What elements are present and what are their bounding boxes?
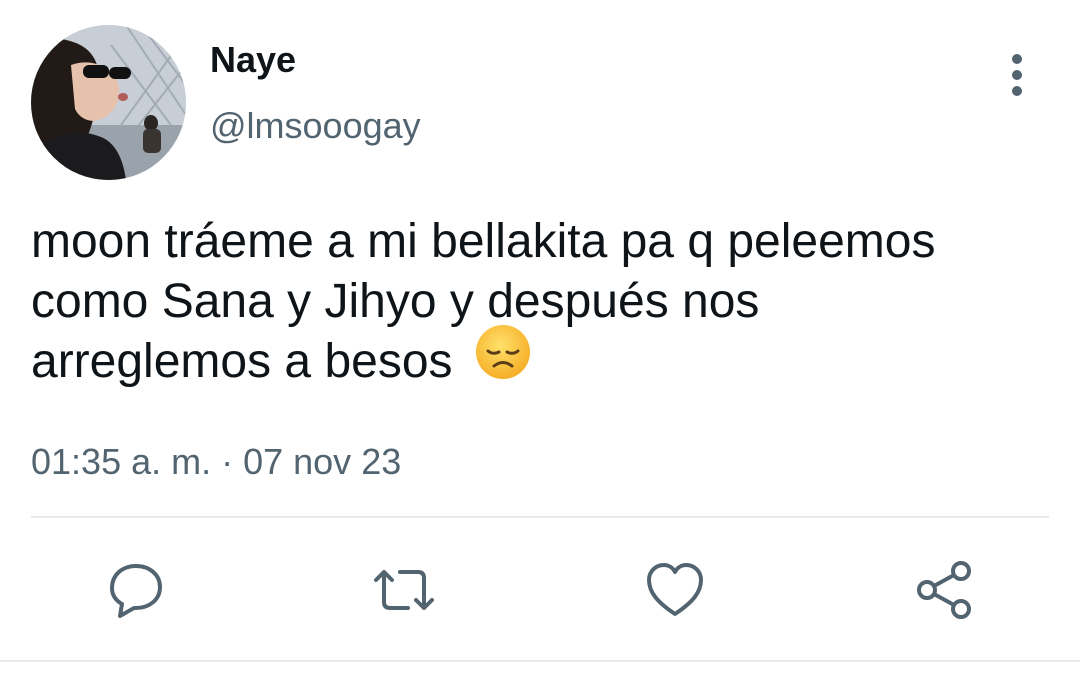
tweet-text: moon tráeme a mi bellakita pa q peleemos…	[31, 212, 1061, 395]
more-vertical-icon	[1012, 54, 1022, 96]
user-handle[interactable]: @lmsooogay	[210, 104, 421, 148]
like-button[interactable]	[643, 558, 707, 622]
tweet-text-line: arreglemos a besos	[31, 324, 1061, 395]
tweet-timestamp[interactable]: 01:35 a. m. · 07 nov 23	[31, 440, 401, 484]
disappointed-face-emoji	[475, 324, 531, 395]
display-name[interactable]: Naye	[210, 38, 296, 82]
share-button[interactable]	[913, 558, 977, 622]
divider	[31, 516, 1049, 518]
reply-icon	[110, 564, 162, 618]
retweet-button[interactable]	[372, 558, 436, 622]
tweet-text-line-content: arreglemos a besos	[31, 335, 453, 388]
tweet-text-line: moon tráeme a mi bellakita pa q peleemos	[31, 215, 936, 268]
more-options-button[interactable]	[995, 52, 1039, 98]
avatar[interactable]	[31, 25, 186, 180]
heart-icon	[647, 563, 703, 616]
share-icon	[917, 561, 971, 619]
divider	[0, 660, 1080, 662]
reply-button[interactable]	[104, 558, 168, 622]
tweet-text-line: como Sana y Jihyo y después nos	[31, 275, 760, 328]
retweet-icon	[374, 570, 434, 610]
